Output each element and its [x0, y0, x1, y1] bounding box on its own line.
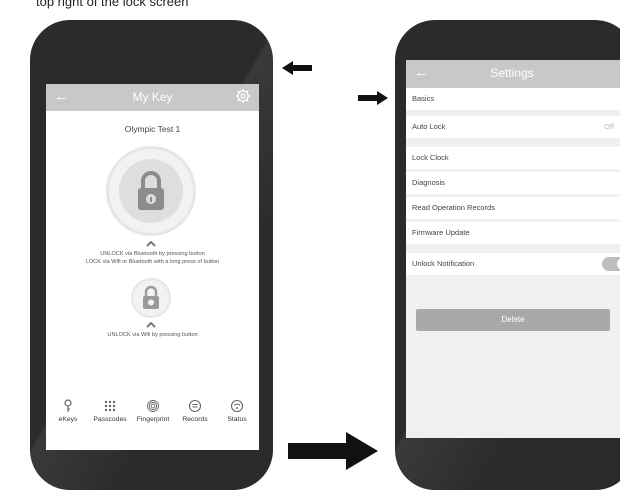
- arrow-right-large-icon: [288, 432, 378, 470]
- row-label: Auto Lock: [412, 122, 446, 131]
- fingerprint-icon: [147, 400, 159, 412]
- tab-records[interactable]: Records: [174, 399, 216, 423]
- wifi-unlock-note: UNLOCK via Wifi by pressing button: [107, 332, 198, 338]
- arrow-left-icon: [282, 61, 312, 75]
- padlock-small-icon: [143, 285, 159, 309]
- tab-ekeys[interactable]: eKeys: [47, 399, 89, 423]
- keypad-icon: [104, 400, 116, 412]
- tab-fingerprint[interactable]: Fingerprint: [132, 399, 174, 423]
- key-icon: [64, 399, 72, 412]
- settings-row-diagnosis[interactable]: Diagnosis ›: [406, 172, 620, 194]
- unlock-notification-toggle[interactable]: [602, 257, 620, 271]
- settings-row-unlock-notification: Unlock Notification: [406, 253, 620, 275]
- arrow-right-icon: [358, 91, 388, 105]
- row-value: Off: [604, 122, 614, 131]
- my-key-screen: ← My Key Olympic Test 1 UNLOCK via Bluet…: [46, 84, 259, 450]
- tab-label: Passcodes: [93, 416, 127, 423]
- row-label: Unlock Notification: [412, 259, 475, 268]
- bluetooth-unlock-note: UNLOCK via Bluetooth by pressing button: [100, 251, 205, 257]
- row-label: Basics: [412, 94, 435, 103]
- page-title: My Key: [132, 90, 173, 104]
- settings-row-firmware-update[interactable]: Firmware Update ›: [406, 222, 620, 244]
- row-label: Firmware Update: [412, 228, 470, 237]
- settings-row-auto-lock[interactable]: Auto Lock Off ›: [406, 116, 620, 138]
- bluetooth-lock-note: LOCK via Wifi or Bluetooth with a long p…: [85, 259, 220, 265]
- settings-row-basics[interactable]: Basics ›: [406, 88, 620, 110]
- tab-label: Fingerprint: [136, 416, 170, 423]
- wifi-status-icon: [230, 399, 244, 413]
- tab-status[interactable]: Status: [216, 399, 258, 423]
- app-bar: ← My Key: [46, 84, 259, 111]
- row-label: Read Operation Records: [412, 203, 495, 212]
- key-name: Olympic Test 1: [124, 124, 181, 134]
- settings-row-read-operation-records[interactable]: Read Operation Records ›: [406, 197, 620, 219]
- phone-left: ← My Key Olympic Test 1 UNLOCK via Bluet…: [30, 20, 273, 490]
- tab-label: Records: [182, 416, 208, 423]
- caption-text: top right of the lock screen: [36, 0, 189, 9]
- chevron-up-icon: [146, 241, 156, 247]
- tab-passcodes[interactable]: Passcodes: [89, 399, 131, 423]
- tab-label: eKeys: [58, 416, 78, 423]
- delete-button[interactable]: Delete: [416, 309, 610, 331]
- tab-label: Status: [227, 416, 247, 423]
- wifi-unlock-button[interactable]: [131, 278, 171, 318]
- row-label: Lock Clock: [412, 153, 449, 162]
- row-label: Diagnosis: [412, 178, 445, 187]
- settings-screen: ← Settings Basics › Auto Lock Off › Lock…: [406, 60, 620, 438]
- chevron-up-small-icon: [146, 322, 156, 328]
- bottom-tab-bar: eKeys Passcodes Fingerprint Records Stat…: [46, 399, 259, 439]
- page-title: Settings: [490, 66, 534, 80]
- gear-icon[interactable]: [235, 88, 251, 104]
- bluetooth-unlock-button[interactable]: [106, 146, 196, 236]
- padlock-icon: [138, 171, 164, 210]
- app-bar: ← Settings: [406, 60, 620, 88]
- phone-right: ← Settings Basics › Auto Lock Off › Lock…: [395, 20, 620, 490]
- records-icon: [188, 399, 202, 413]
- settings-row-lock-clock[interactable]: Lock Clock ›: [406, 147, 620, 169]
